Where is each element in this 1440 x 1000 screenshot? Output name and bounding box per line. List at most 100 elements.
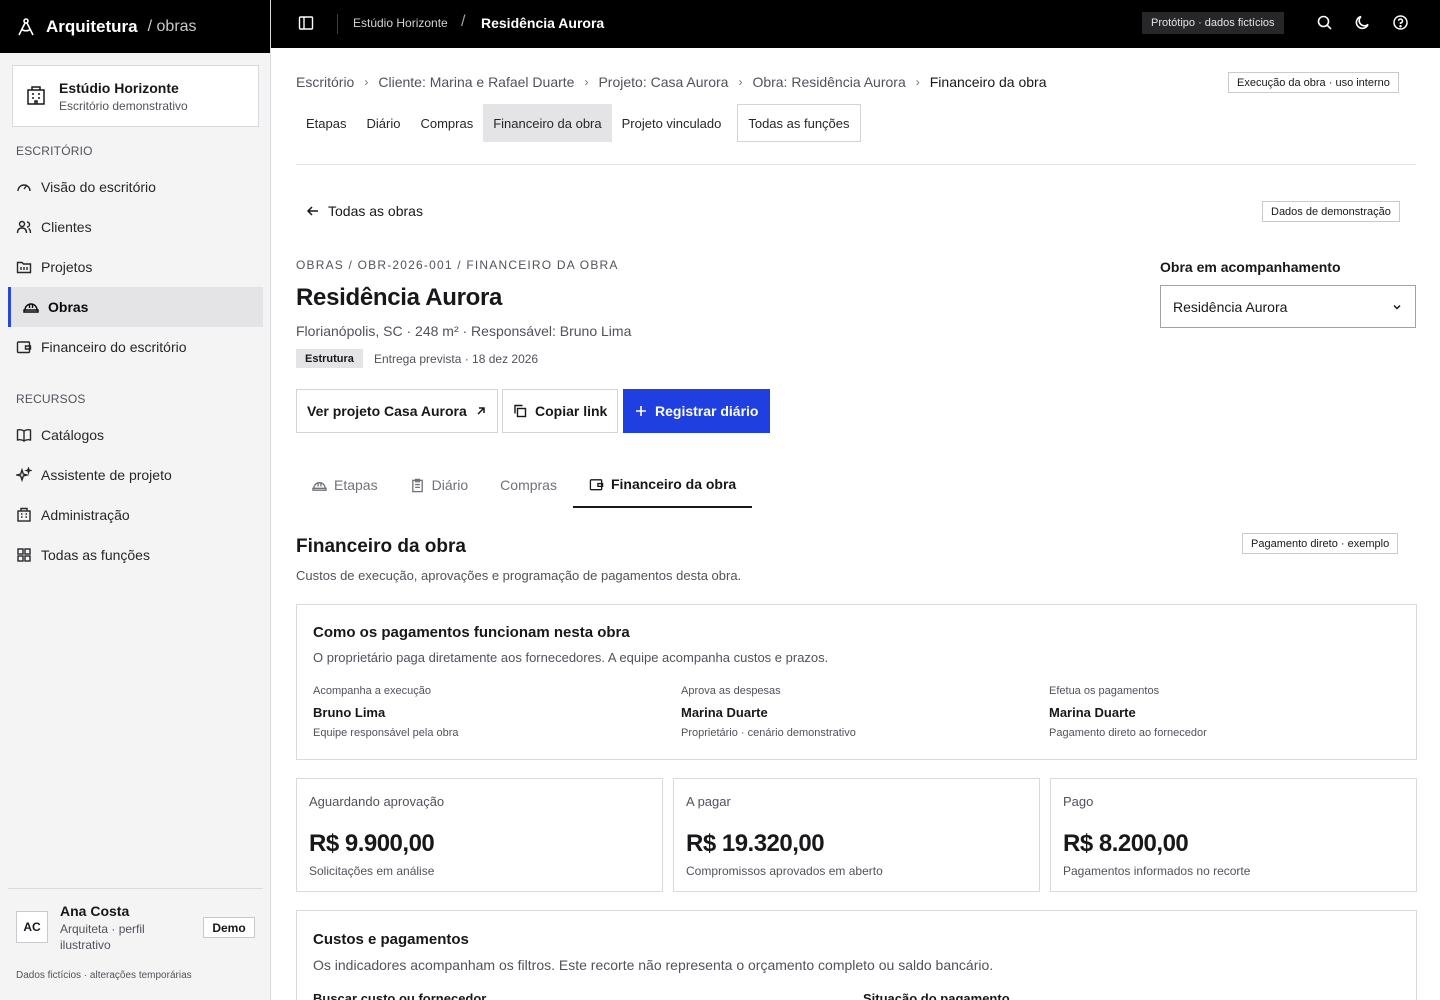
sidebar-toggle-icon[interactable] — [298, 15, 314, 31]
subnav-purchases[interactable]: Compras — [410, 104, 483, 142]
flow-value: Bruno Lima — [313, 705, 386, 720]
tab-label: Etapas — [334, 477, 378, 493]
kpi-description: Compromissos aprovados em aberto — [686, 864, 883, 878]
wallet-icon — [16, 341, 32, 354]
sparkles-icon — [16, 467, 32, 483]
chevron-right-icon: › — [584, 75, 589, 89]
gauge-icon — [17, 184, 31, 192]
sidebar-item-projects[interactable]: Projetos — [8, 247, 263, 287]
breadcrumb-work[interactable]: Obra: Residência Aurora — [752, 74, 905, 90]
sidebar-item-admin[interactable]: Administração — [8, 495, 263, 535]
grid-icon — [17, 548, 31, 562]
sidebar-item-clients[interactable]: Clientes — [8, 207, 263, 247]
tab-stages[interactable]: Etapas — [296, 462, 394, 508]
demo-data-tag: Dados de demonstração — [1262, 201, 1400, 222]
folder-icon — [16, 261, 32, 274]
topbar-crumb-office[interactable]: Estúdio Horizonte — [353, 16, 448, 30]
page-title: Residência Aurora — [296, 284, 503, 311]
sidebar-item-label: Catálogos — [41, 427, 105, 443]
arrow-left-icon — [306, 206, 318, 216]
sidebar-item-overview[interactable]: Visão do escritório — [8, 167, 263, 207]
costs-subtitle: Os indicadores acompanham os filtros. Es… — [313, 957, 994, 973]
work-select[interactable]: Residência Aurora — [1160, 285, 1416, 328]
tab-diary[interactable]: Diário — [394, 462, 485, 508]
status-filter-label: Situação do pagamento — [863, 991, 1010, 1000]
avatar[interactable]: AC — [16, 911, 48, 943]
sidebar-item-assistant[interactable]: Assistente de projeto — [8, 455, 263, 495]
tab-finance[interactable]: Financeiro da obra — [572, 462, 753, 508]
register-diary-label: Registrar diário — [655, 403, 759, 419]
moon-icon[interactable] — [1354, 14, 1371, 31]
stage-badge: Estrutura — [296, 349, 363, 368]
sidebar-item-label: Todas as funções — [41, 547, 150, 563]
back-link[interactable]: Todas as obras — [306, 203, 423, 219]
copy-icon — [514, 404, 527, 418]
sidebar-item-works[interactable]: Obras — [8, 287, 263, 327]
demo-button[interactable]: Demo — [203, 917, 255, 938]
flow-key: Aprova as despesas — [681, 685, 781, 697]
subnav-linked-project[interactable]: Projeto vinculado — [612, 104, 732, 142]
delivery-date: Entrega prevista · 18 dez 2026 — [374, 352, 539, 366]
section-label-office: ESCRITÓRIO — [16, 144, 93, 158]
copy-link-button[interactable]: Copiar link — [502, 389, 619, 433]
sidebar-item-office-finance[interactable]: Financeiro do escritório — [8, 327, 263, 367]
section-label-resources: RECURSOS — [16, 392, 86, 406]
org-switcher[interactable]: Estúdio Horizonte Escritório demonstrati… — [12, 65, 259, 127]
sidebar-item-label: Projetos — [41, 259, 93, 275]
compass-logo-icon — [18, 17, 34, 35]
subnav-all-functions[interactable]: Todas as funções — [737, 104, 861, 142]
subnav-stages[interactable]: Etapas — [296, 104, 356, 142]
flow-key: Efetua os pagamentos — [1049, 685, 1160, 697]
flow-note: Pagamento direto ao fornecedor — [1049, 727, 1207, 739]
section-title: Financeiro da obra — [296, 536, 466, 557]
flow-column: Aprova as despesas Marina Duarte Proprie… — [681, 685, 856, 739]
payment-flow-card: Como os pagamentos funcionam nesta obra … — [296, 604, 1417, 760]
book-icon — [16, 428, 32, 442]
sidebar-divider — [8, 888, 263, 889]
view-project-label: Ver projeto Casa Aurora — [307, 403, 467, 419]
register-diary-button[interactable]: Registrar diário — [623, 389, 771, 433]
arrow-up-right-icon — [477, 407, 485, 415]
topbar-crumb-separator: / — [461, 13, 466, 30]
subnav-finance[interactable]: Financeiro da obra — [483, 104, 612, 142]
kpi-description: Pagamentos informados no recorte — [1063, 864, 1251, 878]
org-name: Estúdio Horizonte — [59, 79, 179, 96]
sidebar-item-catalogs[interactable]: Catálogos — [8, 415, 263, 455]
search-icon[interactable] — [1316, 14, 1333, 31]
kpi-description: Solicitações em análise — [309, 864, 435, 878]
prototype-badge: Protótipo · dados fictícios — [1142, 12, 1284, 34]
chevron-right-icon: › — [915, 75, 920, 89]
kpi-card-paid: Pago R$ 8.200,00 Pagamentos informados n… — [1050, 778, 1417, 892]
help-icon[interactable] — [1392, 14, 1409, 31]
tab-label: Financeiro da obra — [610, 476, 737, 492]
breadcrumb: Escritório › Cliente: Marina e Rafael Du… — [296, 74, 1047, 90]
users-icon — [16, 220, 32, 234]
view-project-button[interactable]: Ver projeto Casa Aurora — [296, 389, 498, 433]
app-brand[interactable]: Arquitetura / obras — [0, 0, 270, 53]
building-icon — [17, 507, 31, 522]
topbar-divider — [337, 14, 338, 34]
tab-label: Compras — [500, 477, 557, 493]
chevron-right-icon: › — [364, 75, 369, 89]
kpi-card-pending: Aguardando aprovação R$ 9.900,00 Solicit… — [296, 778, 663, 892]
breadcrumb-project[interactable]: Projeto: Casa Aurora — [598, 74, 728, 90]
chevron-right-icon: › — [738, 75, 743, 89]
sidebar-item-label: Administração — [41, 507, 130, 523]
breadcrumb-office[interactable]: Escritório — [296, 74, 354, 90]
breadcrumb-current: Financeiro da obra — [929, 74, 1047, 90]
clipboard-icon — [411, 478, 423, 492]
sidebar-item-all-functions[interactable]: Todas as funções — [8, 535, 263, 575]
wallet-icon — [589, 478, 604, 490]
user-role: Arquiteta · perfil ilustrativo — [60, 922, 145, 952]
hard-hat-icon — [312, 481, 327, 491]
brand-name: Arquitetura — [46, 16, 138, 36]
payment-tag: Pagamento direto · exemplo — [1242, 533, 1399, 554]
brand-sub: / obras — [147, 17, 197, 35]
payment-flow-title: Como os pagamentos funcionam nesta obra — [313, 624, 630, 641]
breadcrumb-client[interactable]: Cliente: Marina e Rafael Duarte — [378, 74, 574, 90]
context-subnav: Etapas Diário Compras Financeiro da obra… — [296, 104, 861, 142]
subnav-diary[interactable]: Diário — [356, 104, 410, 142]
tab-purchases[interactable]: Compras — [484, 462, 573, 508]
work-tabs: Etapas Diário Compras Financeiro da obra — [296, 462, 753, 508]
costs-title: Custos e pagamentos — [313, 931, 469, 948]
